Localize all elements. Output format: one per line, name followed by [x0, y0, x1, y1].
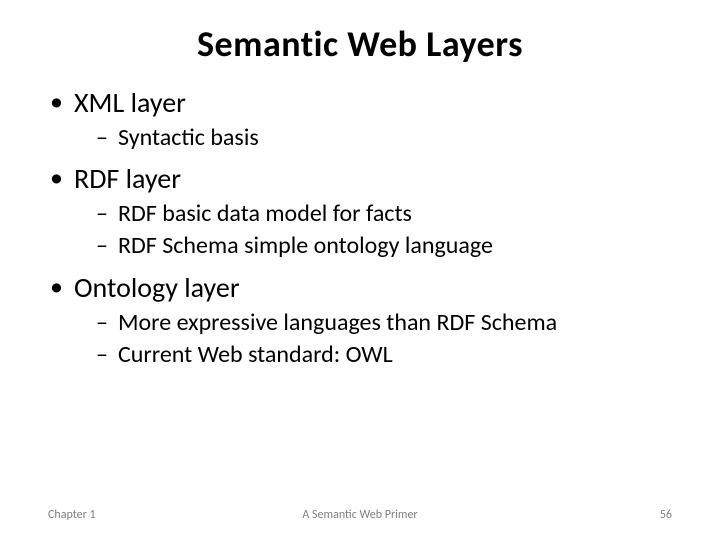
slide-body: XML layer Syntactic basis RDF layer RDF … [0, 76, 720, 371]
footer-center: A Semantic Web Primer [0, 508, 720, 522]
bullet-list: XML layer Syntactic basis RDF layer RDF … [48, 84, 672, 371]
bullet-item: XML layer Syntactic basis [48, 84, 672, 154]
sub-list: More expressive languages than RDF Schem… [74, 307, 672, 372]
slide-title: Semantic Web Layers [0, 0, 720, 76]
footer-page-number: 56 [660, 508, 672, 522]
bullet-label: Ontology layer [74, 270, 240, 305]
footer-left: Chapter 1 [48, 508, 96, 522]
bullet-label: XML layer [74, 85, 186, 120]
sub-item: More expressive languages than RDF Schem… [96, 307, 672, 339]
sub-item: Syntactic basis [96, 122, 672, 154]
slide: Semantic Web Layers XML layer Syntactic … [0, 0, 720, 540]
bullet-item: RDF layer RDF basic data model for facts… [48, 160, 672, 263]
sub-item: RDF basic data model for facts [96, 198, 672, 230]
slide-footer: Chapter 1 A Semantic Web Primer 56 [0, 508, 720, 522]
sub-item: Current Web standard: OWL [96, 339, 672, 371]
sub-item: RDF Schema simple ontology language [96, 230, 672, 262]
bullet-item: Ontology layer More expressive languages… [48, 269, 672, 372]
sub-list: RDF basic data model for facts RDF Schem… [74, 198, 672, 263]
bullet-label: RDF layer [74, 161, 181, 196]
sub-list: Syntactic basis [74, 122, 672, 154]
